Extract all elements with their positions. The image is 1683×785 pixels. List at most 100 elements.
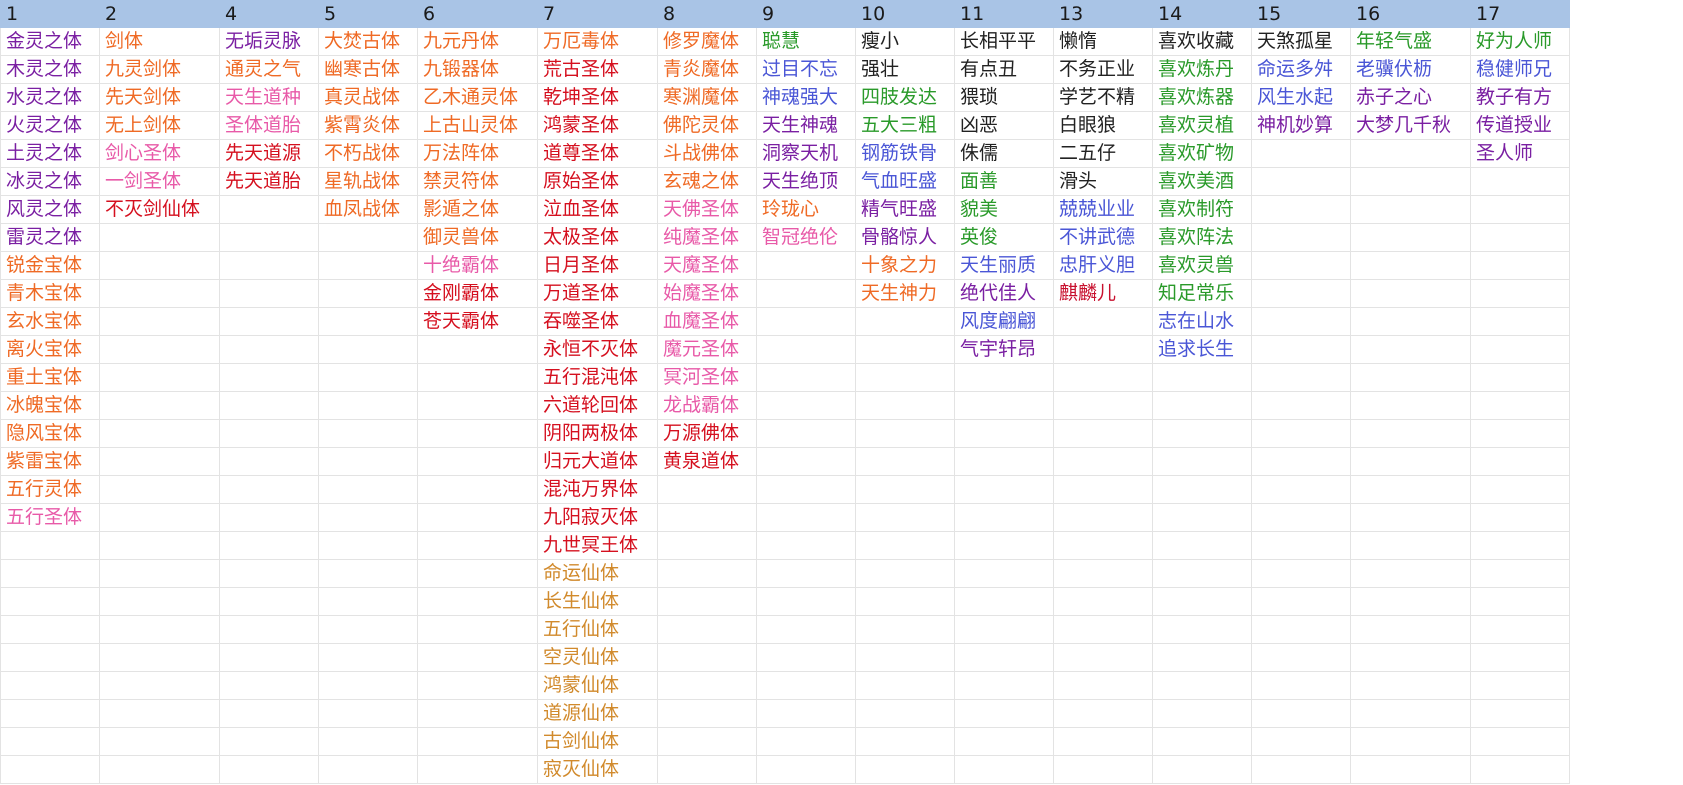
cell[interactable]: 风度翩翩 [954,307,1054,336]
cell[interactable] [855,475,955,504]
cell[interactable] [1053,335,1153,364]
cell[interactable] [855,447,955,476]
column-header-14[interactable]: 17 [1470,0,1570,28]
cell[interactable] [954,559,1054,588]
cell[interactable]: 聪慧 [756,27,856,56]
cell[interactable] [318,531,418,560]
cell[interactable] [1053,307,1153,336]
cell[interactable] [954,391,1054,420]
cell[interactable] [954,615,1054,644]
column-header-10[interactable]: 13 [1053,0,1153,28]
cell[interactable] [1152,419,1252,448]
cell[interactable] [417,475,538,504]
cell[interactable] [219,503,319,532]
cell[interactable]: 水灵之体 [0,83,100,112]
cell[interactable]: 先天剑体 [99,83,220,112]
cell[interactable]: 命运多舛 [1251,55,1351,84]
cell[interactable]: 五大三粗 [855,111,955,140]
cell[interactable] [318,475,418,504]
cell[interactable]: 喜欢灵兽 [1152,251,1252,280]
cell[interactable]: 骨骼惊人 [855,223,955,252]
cell[interactable]: 瘦小 [855,27,955,56]
cell[interactable] [1251,167,1351,196]
cell[interactable] [1350,643,1471,672]
cell[interactable] [219,475,319,504]
cell[interactable] [1470,335,1570,364]
cell[interactable]: 神机妙算 [1251,111,1351,140]
cell[interactable] [1152,615,1252,644]
cell[interactable] [1152,727,1252,756]
cell[interactable] [1350,727,1471,756]
cell[interactable] [1470,671,1570,700]
cell[interactable] [318,699,418,728]
cell[interactable]: 火灵之体 [0,111,100,140]
cell[interactable]: 强壮 [855,55,955,84]
cell[interactable]: 钢筋铁骨 [855,139,955,168]
cell[interactable]: 天生道种 [219,83,319,112]
cell[interactable]: 天生神魂 [756,111,856,140]
cell[interactable] [756,279,856,308]
cell[interactable] [99,727,220,756]
cell[interactable] [1350,195,1471,224]
cell[interactable] [1053,615,1153,644]
cell[interactable]: 无上剑体 [99,111,220,140]
cell[interactable]: 玲珑心 [756,195,856,224]
cell[interactable] [0,699,100,728]
cell[interactable] [417,643,538,672]
cell[interactable]: 青炎魔体 [657,55,757,84]
cell[interactable]: 教子有方 [1470,83,1570,112]
cell[interactable]: 喜欢美酒 [1152,167,1252,196]
cell[interactable] [1470,531,1570,560]
cell[interactable] [1053,391,1153,420]
cell[interactable] [219,307,319,336]
cell[interactable] [1350,587,1471,616]
cell[interactable] [657,475,757,504]
cell[interactable]: 不讲武德 [1053,223,1153,252]
cell[interactable]: 圣人师 [1470,139,1570,168]
cell[interactable] [1251,279,1351,308]
cell[interactable]: 老骥伏枥 [1350,55,1471,84]
cell[interactable] [318,419,418,448]
cell[interactable] [1470,447,1570,476]
cell[interactable]: 玄魂之体 [657,167,757,196]
cell[interactable] [1470,727,1570,756]
cell[interactable]: 万源佛体 [657,419,757,448]
cell[interactable] [1053,363,1153,392]
cell[interactable] [1251,643,1351,672]
cell[interactable]: 风生水起 [1251,83,1351,112]
cell[interactable] [318,727,418,756]
cell[interactable] [954,587,1054,616]
cell[interactable] [756,447,856,476]
cell[interactable]: 五行圣体 [0,503,100,532]
cell[interactable] [756,475,856,504]
cell[interactable] [1251,587,1351,616]
cell[interactable]: 冥河圣体 [657,363,757,392]
cell[interactable] [855,503,955,532]
cell[interactable]: 纯魔圣体 [657,223,757,252]
cell[interactable]: 佛陀灵体 [657,111,757,140]
cell[interactable] [954,755,1054,784]
cell[interactable]: 剑体 [99,27,220,56]
cell[interactable] [99,419,220,448]
cell[interactable] [1251,223,1351,252]
cell[interactable] [99,755,220,784]
cell[interactable] [0,671,100,700]
cell[interactable] [1152,363,1252,392]
cell[interactable] [657,559,757,588]
column-header-7[interactable]: 9 [756,0,856,28]
cell[interactable]: 木灵之体 [0,55,100,84]
cell[interactable] [1470,643,1570,672]
cell[interactable]: 九阳寂灭体 [537,503,658,532]
cell[interactable]: 玄水宝体 [0,307,100,336]
cell[interactable] [1350,335,1471,364]
cell[interactable]: 御灵兽体 [417,223,538,252]
cell[interactable] [1152,587,1252,616]
cell[interactable]: 精气旺盛 [855,195,955,224]
cell[interactable]: 稳健师兄 [1470,55,1570,84]
cell[interactable]: 真灵战体 [318,83,418,112]
cell[interactable]: 荒古圣体 [537,55,658,84]
cell[interactable] [1152,671,1252,700]
cell[interactable]: 幽寒古体 [318,55,418,84]
cell[interactable] [219,615,319,644]
cell[interactable] [1152,643,1252,672]
